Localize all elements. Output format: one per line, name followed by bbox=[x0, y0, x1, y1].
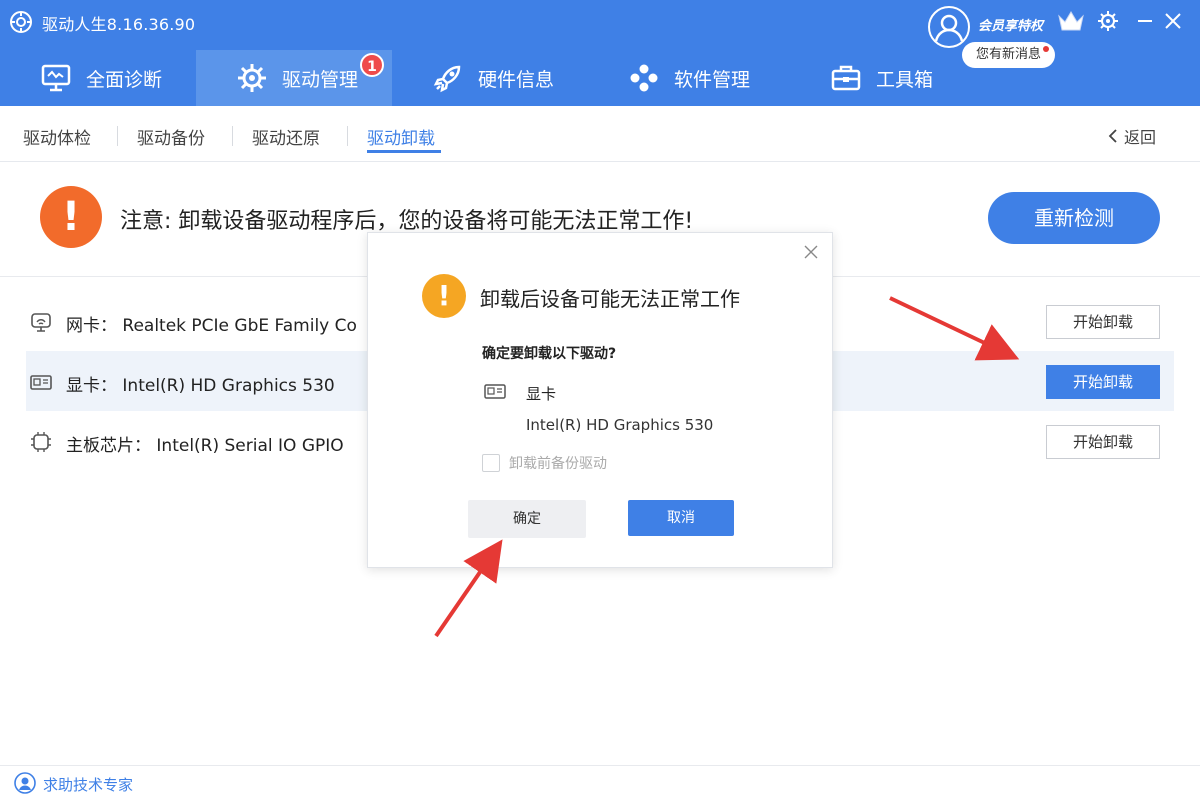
dialog-question: 确定要卸载以下驱动? bbox=[482, 346, 617, 362]
vip-label[interactable]: 会员享特权 bbox=[978, 15, 1043, 34]
tab-label: 驱动管理 bbox=[282, 68, 359, 91]
warning-text: 注意: 卸载设备驱动程序后，您的设备将可能无法正常工作! bbox=[120, 209, 694, 234]
main-tabs: 全面诊断 驱动管理 1 硬件信息 软件管理 工具箱 bbox=[0, 50, 1200, 106]
network-card-icon bbox=[31, 313, 51, 332]
footer: 求助技术专家 bbox=[0, 765, 1200, 800]
dialog-close-button[interactable] bbox=[800, 241, 822, 263]
monitor-icon bbox=[40, 62, 72, 94]
tab-label: 硬件信息 bbox=[478, 68, 555, 91]
tab-full-diagnosis[interactable]: 全面诊断 bbox=[0, 50, 196, 106]
confirm-dialog: ! 卸载后设备可能无法正常工作 确定要卸载以下驱动? 显卡 Intel(R) H… bbox=[367, 232, 833, 568]
subtab-driver-restore[interactable]: 驱动还原 bbox=[252, 124, 320, 149]
crown-icon bbox=[1058, 11, 1084, 31]
app-logo-icon bbox=[10, 11, 32, 33]
rocket-icon bbox=[432, 62, 464, 94]
close-icon bbox=[1165, 13, 1181, 29]
tab-label: 软件管理 bbox=[674, 68, 751, 91]
divider bbox=[117, 126, 118, 146]
minimize-button[interactable] bbox=[1132, 8, 1158, 34]
gear-icon bbox=[1098, 11, 1118, 31]
tab-hardware-info[interactable]: 硬件信息 bbox=[392, 50, 588, 106]
avatar[interactable] bbox=[928, 6, 970, 48]
uninstall-button[interactable]: 开始卸载 bbox=[1046, 305, 1160, 339]
graphics-card-icon bbox=[30, 375, 52, 390]
back-link[interactable]: 返回 bbox=[1108, 124, 1156, 148]
apps-icon bbox=[628, 62, 660, 94]
help-person-icon bbox=[14, 772, 36, 794]
subtab-driver-backup[interactable]: 驱动备份 bbox=[137, 124, 205, 149]
subtab-driver-uninstall[interactable]: 驱动卸载 bbox=[367, 124, 435, 149]
gear-icon bbox=[236, 62, 268, 94]
app-title: 驱动人生8.16.36.90 bbox=[42, 15, 196, 34]
backup-checkbox[interactable] bbox=[482, 454, 500, 472]
title-bar: 驱动人生8.16.36.90 会员享特权 您有新消息 全面诊断 驱动管理 1 硬… bbox=[0, 0, 1200, 106]
settings-button[interactable] bbox=[1095, 8, 1121, 34]
driver-name: 网卡： Realtek PCIe GbE Family Co bbox=[66, 316, 357, 336]
toolbox-icon bbox=[830, 62, 862, 94]
tab-label: 工具箱 bbox=[876, 68, 934, 91]
driver-name: 主板芯片： Intel(R) Serial IO GPIO bbox=[66, 436, 344, 456]
subtab-driver-checkup[interactable]: 驱动体检 bbox=[23, 124, 91, 149]
tab-software-management[interactable]: 软件管理 bbox=[588, 50, 784, 106]
dialog-title: 卸载后设备可能无法正常工作 bbox=[480, 287, 740, 311]
divider bbox=[232, 126, 233, 146]
confirm-button[interactable]: 确定 bbox=[468, 500, 586, 538]
close-button[interactable] bbox=[1160, 8, 1186, 34]
recheck-button[interactable]: 重新检测 bbox=[988, 192, 1160, 244]
minimize-icon bbox=[1138, 20, 1152, 22]
chevron-left-icon bbox=[1108, 129, 1117, 143]
uninstall-button[interactable]: 开始卸载 bbox=[1046, 425, 1160, 459]
cancel-button[interactable]: 取消 bbox=[628, 500, 734, 536]
tab-toolbox[interactable]: 工具箱 bbox=[790, 50, 986, 106]
chipset-icon bbox=[31, 432, 51, 452]
device-type: 显卡 bbox=[526, 385, 557, 403]
close-icon bbox=[804, 245, 818, 259]
help-expert-link[interactable]: 求助技术专家 bbox=[43, 774, 133, 795]
divider bbox=[347, 126, 348, 146]
active-tab-indicator bbox=[367, 150, 441, 153]
notification-badge: 1 bbox=[360, 53, 384, 77]
device-name: Intel(R) HD Graphics 530 bbox=[526, 416, 714, 434]
uninstall-button[interactable]: 开始卸载 bbox=[1046, 365, 1160, 399]
tab-label: 全面诊断 bbox=[86, 68, 163, 91]
driver-name: 显卡： Intel(R) HD Graphics 530 bbox=[66, 376, 335, 396]
user-icon bbox=[934, 14, 964, 42]
back-label: 返回 bbox=[1124, 128, 1157, 147]
backup-checkbox-label[interactable]: 卸载前备份驱动 bbox=[509, 453, 607, 473]
warning-icon: ! bbox=[422, 274, 466, 318]
warning-icon: ! bbox=[40, 186, 102, 248]
graphics-card-icon bbox=[484, 384, 506, 399]
